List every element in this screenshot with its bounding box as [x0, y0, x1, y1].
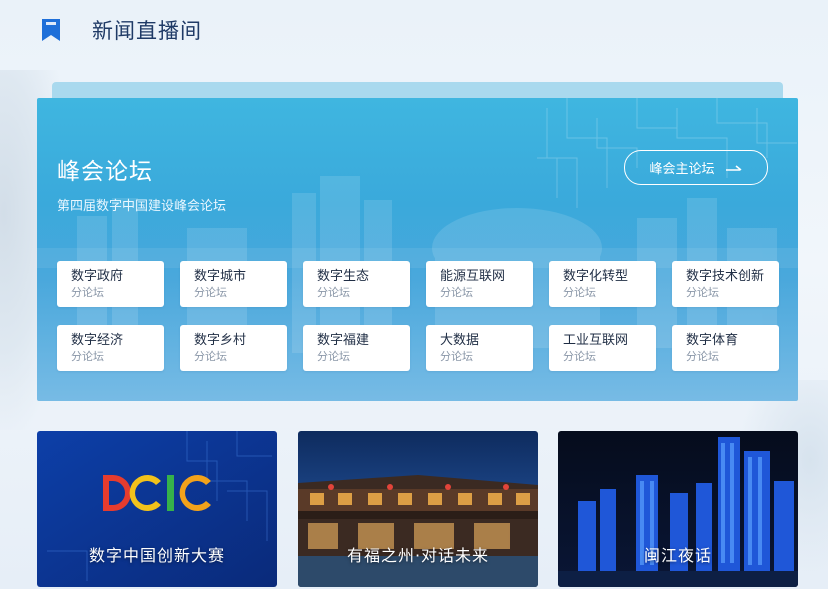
sub-forum-card[interactable]: 数字政府 分论坛 — [57, 261, 164, 307]
sub-forum-name: 大数据 — [440, 333, 480, 348]
sub-forum-card[interactable]: 工业互联网 分论坛 — [549, 325, 656, 371]
sub-forum-name: 数字技术创新 — [686, 269, 765, 284]
sub-forum-card[interactable]: 数字城市 分论坛 — [180, 261, 287, 307]
sub-forum-name: 工业互联网 — [563, 333, 629, 348]
promo-label: 闽江夜话 — [643, 546, 712, 565]
sub-forum-name: 数字福建 — [317, 333, 370, 348]
sub-forum-card[interactable]: 数字技术创新 分论坛 — [672, 261, 779, 307]
sub-forum-name: 数字生态 — [317, 269, 370, 284]
sub-forum-caption: 分论坛 — [440, 286, 473, 299]
sub-forum-caption: 分论坛 — [194, 286, 227, 299]
promo-label: 有福之州·对话未来 — [346, 546, 490, 565]
sub-forum-card[interactable]: 数字生态 分论坛 — [303, 261, 410, 307]
sub-forum-caption: 分论坛 — [317, 350, 350, 363]
sub-forum-grid: 数字政府 分论坛 数字城市 分论坛 数字生态 分论坛 能源互联网 分论坛 数字化… — [57, 261, 779, 371]
page-title: 新闻直播间 — [92, 19, 202, 43]
sub-forum-name: 数字乡村 — [194, 333, 247, 348]
sub-forum-caption: 分论坛 — [71, 350, 104, 363]
summit-subtitle: 第四届数字中国建设峰会论坛 — [57, 199, 227, 214]
sub-forum-caption: 分论坛 — [686, 286, 719, 299]
summit-forum-panel: 峰会论坛 第四届数字中国建设峰会论坛 峰会主论坛 数字政府 分论坛 数字城市 分… — [37, 98, 798, 401]
sub-forum-card[interactable]: 大数据 分论坛 — [426, 325, 533, 371]
sub-forum-caption: 分论坛 — [194, 350, 227, 363]
sub-forum-caption: 分论坛 — [71, 286, 104, 299]
promo-card-youfu[interactable]: 有福之州·对话未来 — [298, 431, 538, 587]
sub-forum-card[interactable]: 数字福建 分论坛 — [303, 325, 410, 371]
sub-forum-caption: 分论坛 — [563, 286, 596, 299]
promo-label: 数字中国创新大赛 — [88, 546, 225, 565]
sub-forum-name: 能源互联网 — [440, 269, 506, 284]
sub-forum-card[interactable]: 数字体育 分论坛 — [672, 325, 779, 371]
sub-forum-caption: 分论坛 — [686, 350, 719, 363]
page-header: 新闻直播间 — [40, 14, 202, 46]
sub-forum-name: 数字城市 — [194, 269, 247, 284]
main-forum-button[interactable]: 峰会主论坛 — [624, 150, 768, 185]
sub-forum-card[interactable]: 数字乡村 分论坛 — [180, 325, 287, 371]
sub-forum-caption: 分论坛 — [563, 350, 596, 363]
bookmark-icon — [40, 17, 62, 43]
sub-forum-card[interactable]: 数字经济 分论坛 — [57, 325, 164, 371]
arrow-right-icon — [725, 163, 743, 173]
sub-forum-caption: 分论坛 — [317, 286, 350, 299]
sub-forum-name: 数字经济 — [71, 333, 124, 348]
sub-forum-card[interactable]: 数字化转型 分论坛 — [549, 261, 656, 307]
promo-card-minjiang[interactable]: 闽江夜话 — [558, 431, 798, 587]
sub-forum-name: 数字化转型 — [563, 269, 629, 284]
promo-card-dcic[interactable]: 数字中国创新大赛 — [37, 431, 277, 587]
sub-forum-name: 数字体育 — [686, 333, 739, 348]
sub-forum-name: 数字政府 — [71, 269, 124, 284]
sub-forum-card[interactable]: 能源互联网 分论坛 — [426, 261, 533, 307]
sub-forum-caption: 分论坛 — [440, 350, 473, 363]
main-forum-button-label: 峰会主论坛 — [649, 162, 715, 177]
summit-title: 峰会论坛 — [57, 159, 153, 185]
